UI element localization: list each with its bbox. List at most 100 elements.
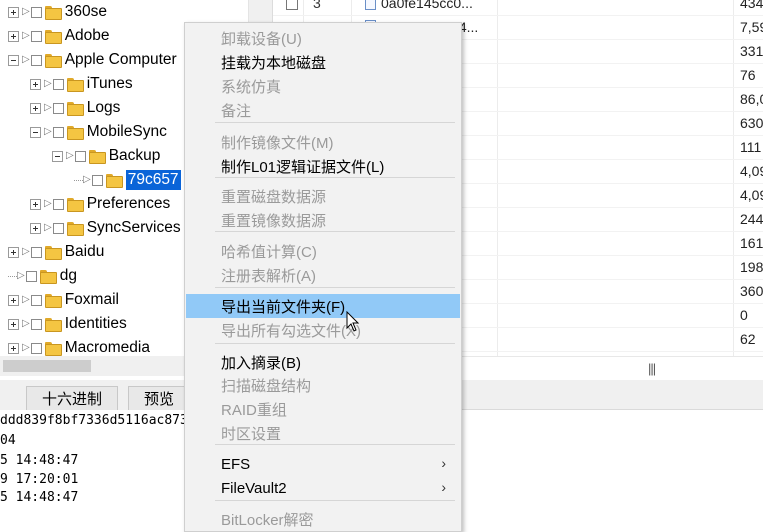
expand-icon[interactable] xyxy=(30,102,41,114)
tab-hex[interactable]: 十六进制 xyxy=(26,386,118,410)
collapse-icon[interactable] xyxy=(8,54,19,66)
menu-item[interactable]: 备注 xyxy=(186,98,460,122)
expand-icon[interactable] xyxy=(30,222,41,234)
tree-checkbox[interactable] xyxy=(30,294,42,306)
collapse-icon[interactable] xyxy=(30,126,41,138)
tree-item[interactable]: ▷ SyncServices xyxy=(30,216,181,240)
tree-item-label[interactable]: Preferences xyxy=(87,195,171,213)
tree-item-label[interactable]: Logs xyxy=(87,99,121,117)
tree-item-label[interactable]: Apple Computer xyxy=(65,51,177,69)
menu-item[interactable]: FileVault2 › xyxy=(186,476,460,500)
tree-marker-icon: ▷ xyxy=(22,318,30,329)
menu-item[interactable]: 导出当前文件夹(F) xyxy=(186,294,460,318)
menu-item[interactable]: 挂载为本地磁盘 xyxy=(186,50,460,74)
menu-item[interactable]: 导出所有勾选文件(X) xyxy=(186,318,460,342)
tree-item-label[interactable]: Adobe xyxy=(65,27,110,45)
expand-icon[interactable] xyxy=(30,198,41,210)
menu-item[interactable]: 系统仿真 xyxy=(186,74,460,98)
tree-item[interactable]: ▷ Preferences xyxy=(30,192,170,216)
table-row[interactable]: 3 0a0fe145cc0... 434 xyxy=(273,0,763,16)
tab-preview[interactable]: 预览 xyxy=(128,386,190,410)
tree-checkbox[interactable] xyxy=(52,126,64,138)
tree-item-label[interactable]: Backup xyxy=(109,147,161,165)
tree-checkbox[interactable] xyxy=(52,222,64,234)
detail-tabs-bar: 十六进制 预览 xyxy=(0,380,190,410)
menu-item-label: 扫描磁盘结构 xyxy=(221,377,312,395)
expand-icon[interactable] xyxy=(8,6,19,18)
menu-item-label: 制作L01逻辑证据文件(L) xyxy=(221,158,385,176)
tree-item[interactable]: ▷ iTunes xyxy=(30,72,133,96)
tree-item-label[interactable]: 79c657 xyxy=(125,170,181,190)
tree-item-label[interactable]: Foxmail xyxy=(65,291,119,309)
collapse-icon[interactable] xyxy=(52,150,63,162)
tree-item-label[interactable]: dg xyxy=(60,267,77,285)
tree-item[interactable]: ▷ MobileSync xyxy=(30,120,167,144)
scroll-grip-icon[interactable]: ||| xyxy=(648,361,656,376)
menu-item[interactable]: BitLocker解密 xyxy=(186,507,460,531)
tree-marker-icon: ▷ xyxy=(22,54,30,65)
tree-item-label[interactable]: Identities xyxy=(65,315,127,333)
expand-icon[interactable] xyxy=(8,30,19,42)
tree-checkbox[interactable] xyxy=(52,102,64,114)
tree-checkbox[interactable] xyxy=(30,246,42,258)
file-size-cell: 244 xyxy=(740,211,763,227)
menu-item-label: 时区设置 xyxy=(221,425,282,443)
tree-checkbox[interactable] xyxy=(30,318,42,330)
tree-checkbox[interactable] xyxy=(25,270,37,282)
menu-item-label: RAID重组 xyxy=(221,401,287,419)
tree-scrollbar-thumb[interactable] xyxy=(3,360,91,372)
tree-item-label[interactable]: iTunes xyxy=(87,75,133,93)
chevron-right-icon: › xyxy=(441,455,446,471)
menu-item[interactable]: 重置磁盘数据源 xyxy=(186,184,460,208)
expand-icon[interactable] xyxy=(8,342,19,354)
menu-item[interactable]: 加入摘录(B) xyxy=(186,350,460,374)
menu-item[interactable]: 时区设置 xyxy=(186,421,460,445)
tree-checkbox[interactable] xyxy=(30,6,42,18)
tree-item-label[interactable]: MobileSync xyxy=(87,123,167,141)
folder-icon xyxy=(44,318,62,332)
expand-icon[interactable] xyxy=(8,294,19,306)
menu-item[interactable]: 哈希值计算(C) xyxy=(186,239,460,263)
folder-icon xyxy=(44,6,62,20)
tree-checkbox[interactable] xyxy=(74,150,86,162)
row-checkbox[interactable] xyxy=(286,0,298,10)
tree-item[interactable]: ▷ Baidu xyxy=(8,240,104,264)
tree-checkbox[interactable] xyxy=(30,54,42,66)
tree-item[interactable]: ▷ dg xyxy=(8,264,77,288)
tree-item-label[interactable]: Macromedia xyxy=(65,339,150,357)
expand-icon[interactable] xyxy=(8,318,19,330)
tree-item-label[interactable]: SyncServices xyxy=(87,219,181,237)
tree-item[interactable]: ▷ Apple Computer xyxy=(8,48,177,72)
tree-item[interactable]: ▷ Backup xyxy=(52,144,160,168)
row-number: 3 xyxy=(313,0,321,11)
tree-item[interactable]: ▷ Adobe xyxy=(8,24,110,48)
tree-item[interactable]: ▷ Logs xyxy=(30,96,120,120)
tree-item[interactable]: ▷ Identities xyxy=(8,312,127,336)
tree-checkbox[interactable] xyxy=(91,174,103,186)
menu-item[interactable]: 制作L01逻辑证据文件(L) xyxy=(186,154,460,178)
tree-item[interactable]: ▷ Foxmail xyxy=(8,288,119,312)
menu-item[interactable]: 扫描磁盘结构 xyxy=(186,373,460,397)
menu-item[interactable]: 重置镜像数据源 xyxy=(186,208,460,232)
tree-checkbox[interactable] xyxy=(30,342,42,354)
expand-icon[interactable] xyxy=(8,246,19,258)
tree-checkbox[interactable] xyxy=(52,198,64,210)
tree-checkbox[interactable] xyxy=(52,78,64,90)
menu-item[interactable]: 注册表解析(A) xyxy=(186,263,460,287)
tree-item-label[interactable]: Baidu xyxy=(65,243,105,261)
menu-item[interactable]: 制作镜像文件(M) xyxy=(186,130,460,154)
file-size-cell: 7,59 xyxy=(740,19,763,35)
tree-item[interactable]: ▷ 360se xyxy=(8,0,107,24)
menu-item[interactable]: 卸载设备(U) xyxy=(186,26,460,50)
tree-item-label[interactable]: 360se xyxy=(65,3,107,21)
menu-item[interactable]: EFS › xyxy=(186,452,460,476)
menu-item[interactable]: RAID重组 xyxy=(186,397,460,421)
menu-item-label: 导出当前文件夹(F) xyxy=(221,298,346,316)
tree-marker-icon: ▷ xyxy=(44,198,52,209)
folder-icon xyxy=(88,150,106,164)
file-size-cell: 360 xyxy=(740,283,763,299)
tree-item[interactable]: ▷ 79c657 xyxy=(74,168,181,192)
tree-marker-icon: ▷ xyxy=(22,6,30,17)
tree-checkbox[interactable] xyxy=(30,30,42,42)
expand-icon[interactable] xyxy=(30,78,41,90)
